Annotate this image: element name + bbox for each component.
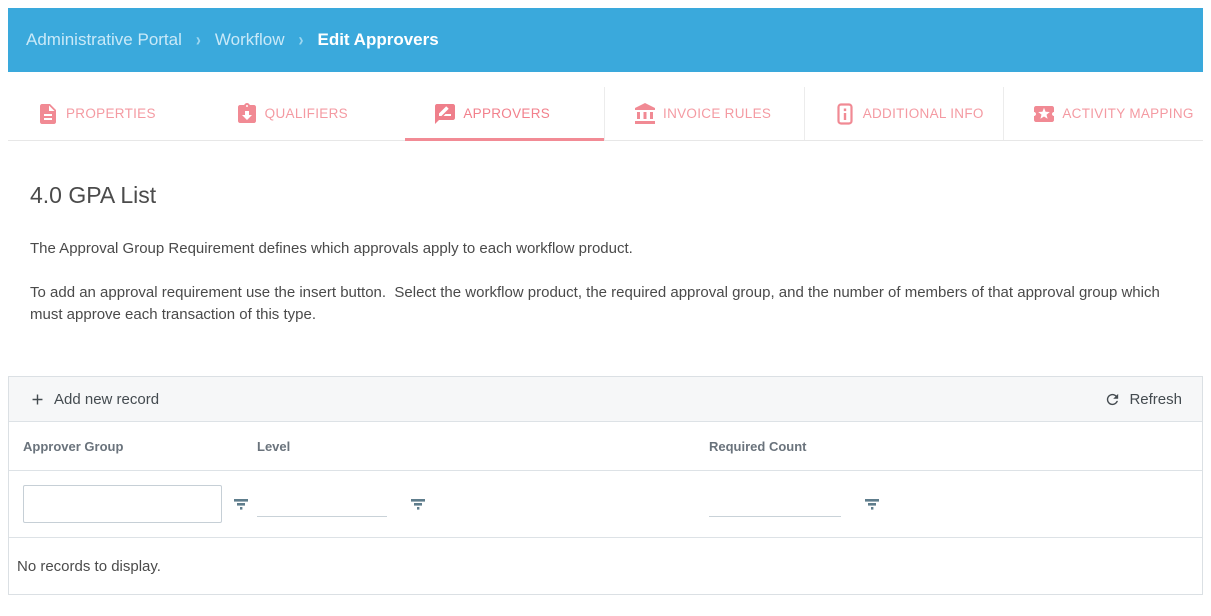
rate-review-icon [433,102,457,126]
page-content: 4.0 GPA List The Approval Group Requirem… [8,182,1203,326]
grid-header-row: Approver Group Level Required Count [9,422,1202,471]
breadcrumb-administrative-portal[interactable]: Administrative Portal [26,30,182,50]
tab-label: INVOICE RULES [663,106,771,121]
ticket-star-icon [1032,102,1056,126]
add-new-record-label: Add new record [54,391,159,408]
column-header-level[interactable]: Level [249,439,701,454]
breadcrumb-separator-icon: › [298,30,303,50]
breadcrumb-separator-icon: › [196,30,201,50]
document-icon [36,102,60,126]
tab-label: PROPERTIES [66,106,156,121]
tab-additional-info[interactable]: ADDITIONAL INFO [804,87,1004,140]
tab-activity-mapping[interactable]: ACTIVITY MAPPING [1003,87,1203,140]
tab-label: ACTIVITY MAPPING [1062,106,1193,121]
filter-cell-approver-group [9,485,249,523]
add-new-record-button[interactable]: Add new record [29,391,159,408]
description-paragraph-1: The Approval Group Requirement defines w… [30,238,1170,260]
filter-cell-required-count [701,491,1202,517]
tab-properties[interactable]: PROPERTIES [8,87,207,140]
required-count-filter-input[interactable] [709,491,841,517]
grid-filter-row [9,471,1202,538]
description-paragraph-2: To add an approval requirement use the i… [30,282,1170,326]
tab-approvers[interactable]: APPROVERS [405,87,604,140]
filter-cell-level [249,491,701,517]
level-filter-input[interactable] [257,491,387,517]
column-header-approver-group[interactable]: Approver Group [9,439,249,454]
plus-icon [29,391,46,408]
page-title: 4.0 GPA List [30,182,1181,209]
breadcrumb-edit-approvers: Edit Approvers [317,30,438,50]
tab-qualifiers[interactable]: QUALIFIERS [207,87,406,140]
tab-strip: PROPERTIES QUALIFIERS APPROVERS INVOICE … [8,87,1203,141]
filter-icon[interactable] [232,495,250,513]
tab-label: QUALIFIERS [265,106,348,121]
refresh-button[interactable]: Refresh [1104,391,1182,408]
tab-invoice-rules[interactable]: INVOICE RULES [604,87,804,140]
breadcrumb-workflow[interactable]: Workflow [215,30,285,50]
filter-icon[interactable] [863,495,881,513]
clipboard-download-icon [235,102,259,126]
column-header-required-count[interactable]: Required Count [701,439,1202,454]
grid-toolbar: Add new record Refresh [9,377,1202,422]
no-records-message: No records to display. [9,538,1202,594]
breadcrumb-bar: Administrative Portal › Workflow › Edit … [8,8,1203,72]
info-card-icon [833,102,857,126]
approver-group-filter-input[interactable] [23,485,222,523]
filter-icon[interactable] [409,495,427,513]
approvers-grid: Add new record Refresh Approver Group Le… [8,376,1203,595]
tab-label: APPROVERS [463,106,550,121]
tab-label: ADDITIONAL INFO [863,106,984,121]
refresh-icon [1104,391,1121,408]
bank-icon [633,102,657,126]
refresh-label: Refresh [1129,391,1182,408]
